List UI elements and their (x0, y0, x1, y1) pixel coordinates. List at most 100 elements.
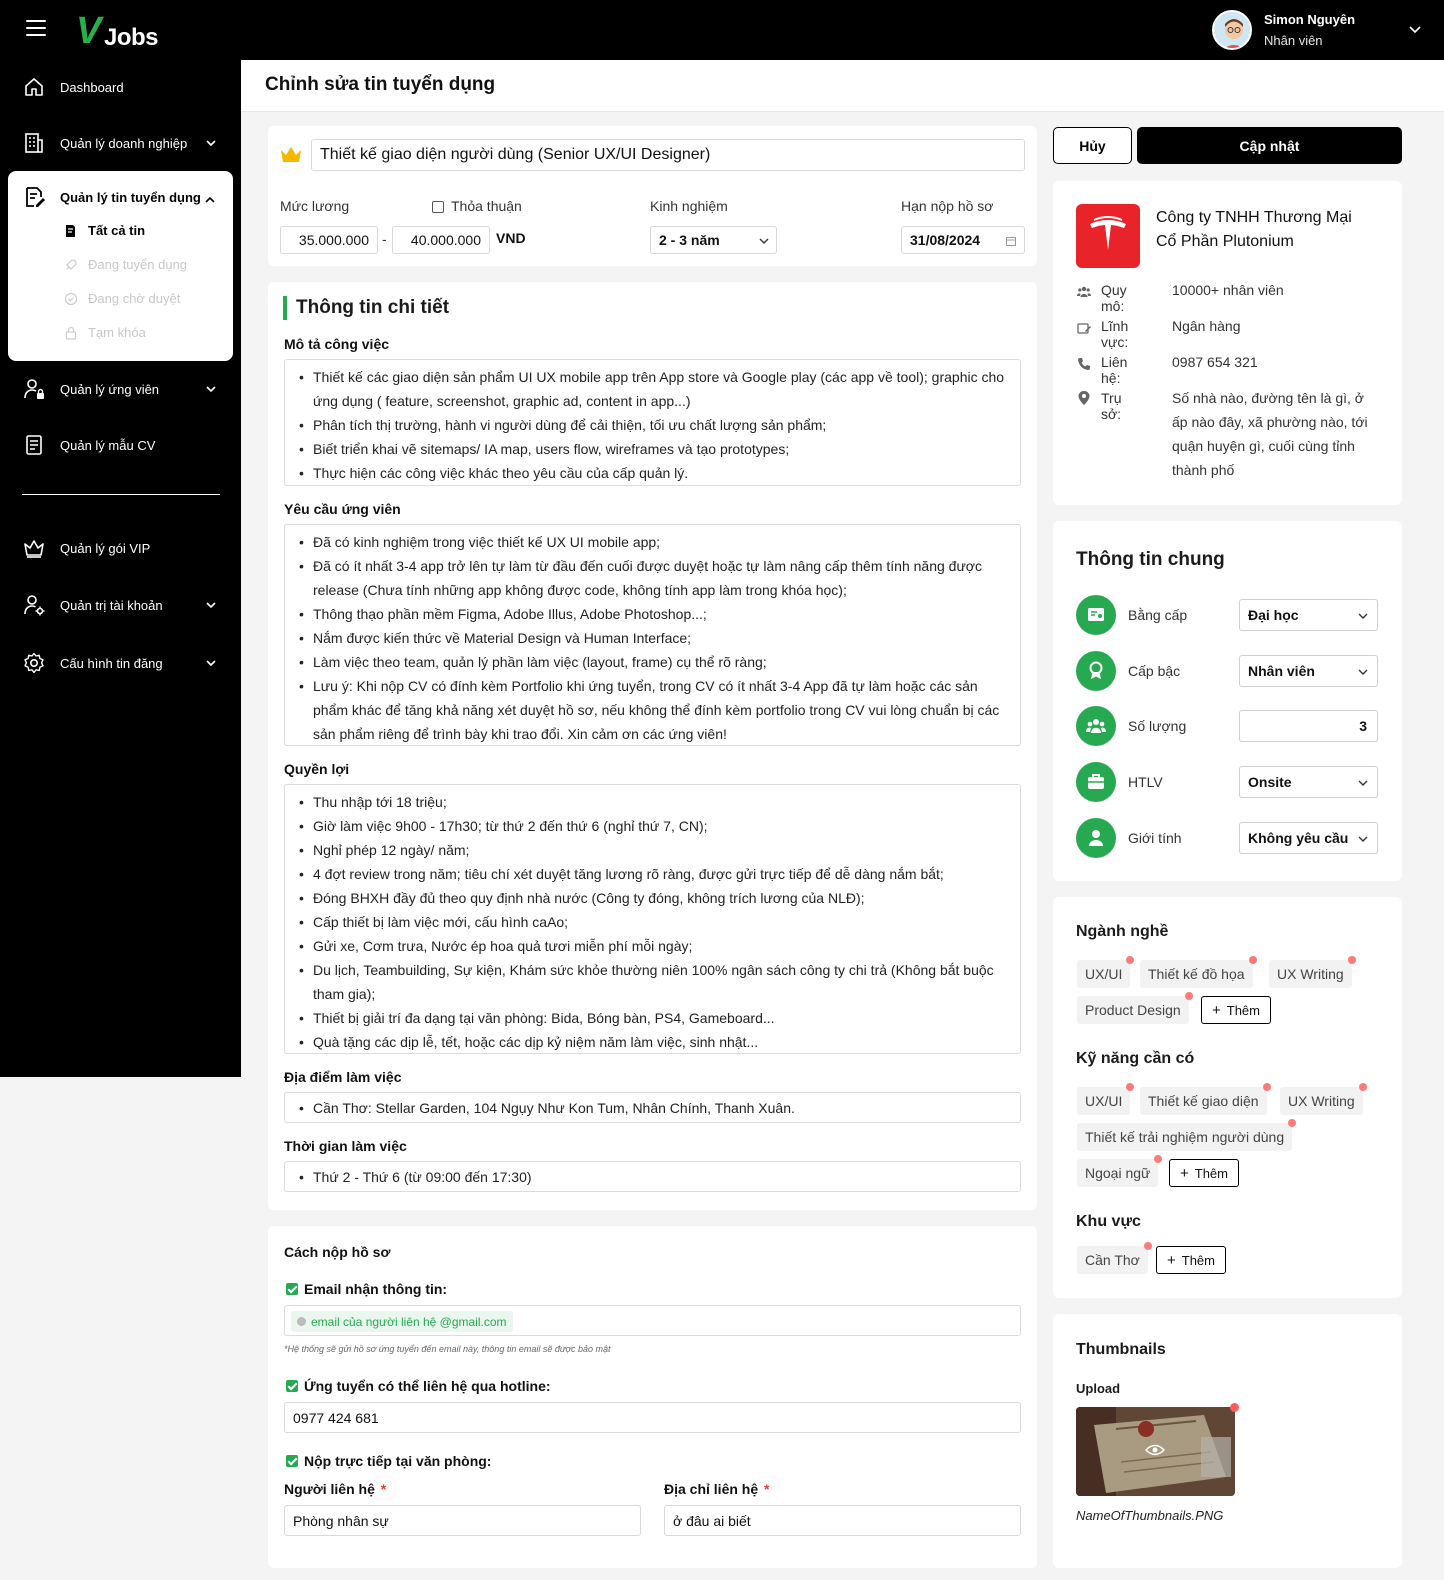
hotline-label: Ứng tuyển có thể liên hệ qua hotline: (304, 1378, 551, 1394)
experience-select[interactable]: 2 - 3 năm (650, 226, 777, 254)
level-select[interactable]: Nhân viên (1239, 655, 1378, 687)
industry-tag[interactable]: Thiết kế đồ họa (1140, 956, 1257, 988)
sidebar-item-label: Quản lý tin tuyển dụng (60, 189, 201, 205)
industry-tag[interactable]: UX/UI (1077, 956, 1135, 988)
email-checkbox[interactable] (286, 1283, 298, 1295)
hotline-input[interactable]: 0977 424 681 (284, 1402, 1021, 1433)
remove-tag-icon[interactable] (1126, 956, 1135, 964)
chevron-up-icon[interactable] (203, 193, 217, 207)
sidebar-item-accounts[interactable]: Quản trị tài khoản (22, 589, 220, 621)
logo-text: Jobs (104, 24, 159, 51)
deadline-input[interactable]: 31/08/2024 (901, 226, 1025, 254)
remove-tag-icon[interactable] (1288, 1119, 1297, 1127)
menu-icon[interactable] (26, 20, 46, 36)
sidebar-subitem-pending[interactable]: Đang chờ duyệt (64, 291, 180, 306)
gender-value: Không yêu cầu (1248, 830, 1349, 846)
remove-thumbnail-icon[interactable] (1230, 1403, 1239, 1412)
logo[interactable]: V Jobs (76, 10, 159, 52)
industries-title: Ngành nghề (1076, 923, 1169, 940)
location-box[interactable]: Cần Thơ: Stellar Garden, 104 Ngụy Như Ko… (284, 1092, 1021, 1123)
sidebar-item-dashboard[interactable]: Dashboard (22, 71, 220, 103)
thumbnail-image[interactable] (1076, 1407, 1235, 1496)
list-item: Làm việc theo team, quản lý phần làm việ… (299, 650, 1012, 674)
deadline-label: Hạn nộp hồ sơ (901, 198, 994, 214)
email-field[interactable]: email của người liên hệ @gmail.com (284, 1305, 1021, 1336)
sidebar-divider (22, 494, 220, 495)
sidebar-item-label: Quản lý ứng viên (60, 381, 160, 397)
general-title: Thông tin chung (1076, 549, 1225, 570)
salary-min-input[interactable]: 35.000.000 (280, 226, 378, 254)
sidebar-subitem-locked[interactable]: Tạm khóa (64, 325, 146, 340)
deadline-value: 31/08/2024 (910, 232, 981, 248)
remove-tag-icon[interactable] (1248, 956, 1257, 964)
skill-tag[interactable]: Thiết kế trải nghiệm người dùng (1077, 1119, 1297, 1151)
degree-row: Bằng cấp Đại học (1053, 595, 1402, 635)
tag-label: UX/UI (1085, 1093, 1123, 1109)
industry-tag[interactable]: Product Design (1077, 992, 1193, 1024)
page-title: Chỉnh sửa tin tuyển dụng (265, 74, 496, 95)
remove-tag-icon[interactable] (1262, 1083, 1271, 1091)
sidebar-item-candidates[interactable]: Quản lý ứng viên (22, 373, 220, 405)
hotline-checkbox[interactable] (286, 1380, 298, 1392)
tag-label: Ngoại ngữ (1085, 1165, 1151, 1181)
remove-tag-icon[interactable] (1126, 1083, 1135, 1091)
benefit-box[interactable]: Thu nhập tới 18 triệu;Giờ làm việc 9h00 … (284, 784, 1021, 1054)
contact-person-input[interactable]: Phòng nhân sự (284, 1505, 641, 1536)
remove-tag-icon[interactable] (1184, 992, 1193, 1000)
skill-tag[interactable]: UX/UI (1077, 1083, 1135, 1115)
region-tag[interactable]: Cần Thơ (1077, 1242, 1152, 1274)
quantity-input[interactable]: 3 (1239, 710, 1378, 742)
gender-label: Giới tính (1128, 830, 1182, 846)
salary-max-input[interactable]: 40.000.000 (392, 226, 490, 254)
top-bar: V Jobs Simon Nguyên Nhân viên (0, 0, 1444, 60)
list-item: Đã có ít nhất 3-4 app trở lên tự làm từ … (299, 554, 1012, 602)
sidebar-item-cv-templates[interactable]: Quản lý mẫu CV (22, 429, 220, 461)
chevron-down-icon[interactable] (1408, 22, 1422, 36)
list-item: Đã có kinh nghiệm trong việc thiết kế UX… (299, 530, 1012, 554)
add-region-button[interactable]: + Thêm (1156, 1246, 1226, 1274)
email-chip[interactable]: email của người liên hệ @gmail.com (291, 1311, 513, 1332)
company-size-value: 10000+ nhân viên (1172, 282, 1284, 298)
add-industry-button[interactable]: + Thêm (1201, 996, 1271, 1024)
experience-value: 2 - 3 năm (659, 232, 720, 248)
industry-tag[interactable]: UX Writing (1269, 956, 1356, 988)
add-label: Thêm (1194, 1165, 1228, 1181)
office-checkbox[interactable] (286, 1455, 298, 1467)
contact-address-input[interactable]: ở đâu ai biết (664, 1505, 1021, 1536)
skill-tag[interactable]: Thiết kế giao diện (1140, 1083, 1271, 1115)
negotiable-checkbox[interactable] (432, 201, 444, 213)
skill-tag[interactable]: UX Writing (1280, 1083, 1367, 1115)
remove-tag-icon[interactable] (1143, 1242, 1152, 1250)
remove-tag-icon[interactable] (1154, 1155, 1163, 1163)
sidebar-item-vip[interactable]: Quản lý gói VIP (22, 532, 220, 564)
job-title-input[interactable]: Thiết kế giao diện người dùng (Senior UX… (311, 139, 1025, 171)
remove-tag-icon[interactable] (1358, 1083, 1367, 1091)
sidebar: Dashboard Quản lý doanh nghiệp Quản lý t… (0, 60, 241, 1077)
worktype-select[interactable]: Onsite (1239, 766, 1378, 798)
skill-tag[interactable]: Ngoại ngữ (1077, 1155, 1163, 1187)
salary-label: Mức lương (280, 198, 350, 214)
sidebar-item-config[interactable]: Cấu hình tin đăng (22, 647, 220, 679)
degree-label: Bằng cấp (1128, 607, 1188, 623)
eye-icon[interactable] (1145, 1443, 1165, 1457)
worktype-row: HTLV Onsite (1053, 762, 1402, 802)
sidebar-item-business[interactable]: Quản lý doanh nghiệp (22, 127, 220, 159)
lock-icon (65, 326, 77, 340)
plus-icon: + (1212, 1001, 1221, 1019)
time-box[interactable]: Thứ 2 - Thứ 6 (từ 09:00 đến 17:30) (284, 1161, 1021, 1192)
briefcase-edit-icon (1077, 323, 1091, 334)
sidebar-item-jobs[interactable]: Quản lý tin tuyển dụng (22, 185, 201, 209)
remove-tag-icon[interactable] (1347, 956, 1356, 964)
sidebar-subitem-all[interactable]: Tất cả tin (64, 223, 145, 238)
sidebar-subitem-hiring[interactable]: Đang tuyển dụng (64, 257, 187, 272)
desc-box[interactable]: Thiết kế các giao diện sản phẩm UI UX mo… (284, 359, 1021, 486)
cancel-button[interactable]: Hủy (1053, 127, 1132, 164)
thumbnails-title: Thumbnails (1076, 1341, 1166, 1358)
update-button[interactable]: Cập nhật (1137, 127, 1402, 164)
gender-select[interactable]: Không yêu cầu (1239, 822, 1378, 854)
user-menu[interactable]: Simon Nguyên Nhân viên (1212, 10, 1422, 50)
remove-chip-icon[interactable] (297, 1317, 306, 1326)
add-skill-button[interactable]: + Thêm (1169, 1159, 1239, 1187)
degree-select[interactable]: Đại học (1239, 599, 1378, 631)
req-box[interactable]: Đã có kinh nghiệm trong việc thiết kế UX… (284, 524, 1021, 746)
